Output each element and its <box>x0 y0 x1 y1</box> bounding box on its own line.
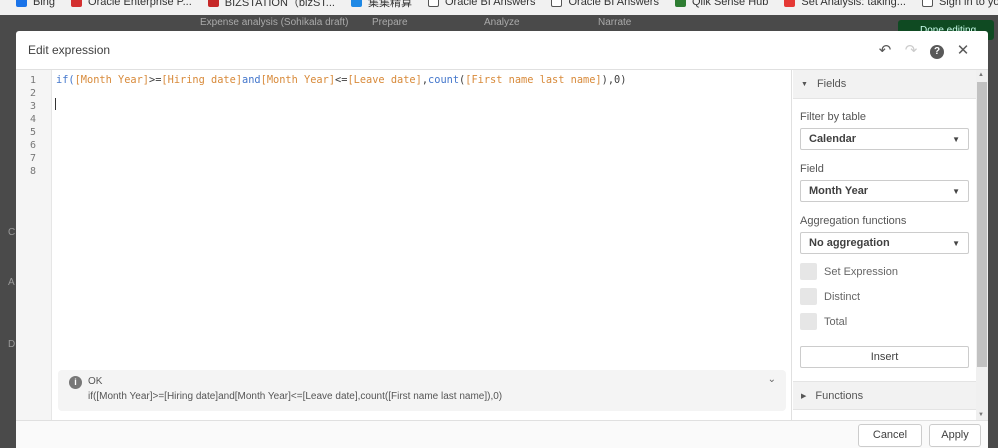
distinct-checkbox[interactable]: Distinct <box>800 288 969 305</box>
bookmark-item[interactable]: Sign in to your Qlik... <box>921 0 998 9</box>
line-number: 7 <box>30 153 37 164</box>
undo-icon[interactable]: ↶ <box>872 41 898 59</box>
bookmark-item[interactable]: 集集精算 <box>350 0 412 9</box>
bookmark-label: Oracle Enterprise P... <box>88 0 192 8</box>
bookmark-label: Bing <box>33 0 56 8</box>
aggregation-label: Aggregation functions <box>800 215 907 227</box>
caret-down-icon: ▼ <box>801 80 808 88</box>
close-icon[interactable]: ✕ <box>950 41 976 59</box>
field-label: Field <box>800 163 824 175</box>
line-number: 2 <box>30 88 37 99</box>
aggregation-select[interactable]: No aggregation ▼ <box>800 232 969 254</box>
bookmark-label: Oracle BI Answers <box>568 0 659 8</box>
tab-analyze[interactable]: Analyze <box>484 17 520 28</box>
functions-section-header[interactable]: ▶ Functions <box>793 381 976 410</box>
bookmark-item[interactable]: Bing <box>16 0 55 9</box>
bookmark-item[interactable]: Oracle Enterprise P... <box>71 0 192 9</box>
insert-button[interactable]: Insert <box>800 346 969 368</box>
info-icon: i <box>69 376 82 389</box>
total-checkbox[interactable]: Total <box>800 313 969 330</box>
bookmark-label: BIZSTATION（bizST... <box>224 0 335 9</box>
edit-expression-dialog: Edit expression ↶ ↷ ? ✕ 1 2 3 4 5 6 7 8 if([Mon… <box>16 31 988 448</box>
bookmark-label: Set Analysis: taking... <box>801 0 906 8</box>
tab-prepare[interactable]: Prepare <box>372 17 408 28</box>
dialog-header: Edit expression ↶ ↷ ? ✕ <box>16 31 988 70</box>
bookmark-favicon-icon <box>674 0 686 7</box>
scroll-up-icon[interactable]: ▲ <box>978 72 984 78</box>
bookmark-favicon-icon <box>207 0 219 7</box>
bookmark-item[interactable]: Set Analysis: taking... <box>784 0 906 9</box>
text-caret <box>55 98 56 110</box>
dropdown-arrow-icon: ▼ <box>952 186 960 196</box>
app-title: Expense analysis (Sohikala draft) <box>200 17 349 28</box>
line-number: 6 <box>30 140 37 151</box>
scrollbar-thumb[interactable] <box>977 82 987 367</box>
bookmark-label: Qlik Sense Hub <box>691 0 769 8</box>
dialog-title: Edit expression <box>28 43 111 57</box>
bookmark-item[interactable]: Oracle BI Answers <box>427 0 536 9</box>
line-number: 3 <box>30 101 37 112</box>
set-expression-checkbox[interactable]: Set Expression <box>800 263 969 280</box>
apply-button[interactable]: Apply <box>929 424 981 447</box>
bookmark-label: 集集精算 <box>367 0 412 9</box>
bookmark-favicon-icon <box>551 0 563 7</box>
line-number: 8 <box>30 166 37 177</box>
side-label: C <box>8 227 16 238</box>
redo-icon[interactable]: ↷ <box>898 41 924 59</box>
help-icon[interactable]: ? <box>924 41 950 59</box>
line-number: 5 <box>30 127 37 138</box>
expression-editor[interactable]: 1 2 3 4 5 6 7 8 if([Month Year]>=[Hiring date]a… <box>16 70 792 420</box>
field-select[interactable]: Month Year ▼ <box>800 180 969 202</box>
bookmark-favicon-icon <box>427 0 439 7</box>
expression-code[interactable]: if([Month Year]>=[Hiring date]and[Month … <box>56 74 626 87</box>
status-ok: OK <box>88 376 103 387</box>
caret-right-icon: ▶ <box>801 392 807 400</box>
fields-panel: ▼ Fields Filter by table Calendar ▼ Field … <box>793 70 976 420</box>
filter-by-table-select[interactable]: Calendar ▼ <box>800 128 969 150</box>
chevron-down-icon[interactable]: ⌄ <box>768 374 776 385</box>
tab-narrate[interactable]: Narrate <box>598 17 631 28</box>
dropdown-arrow-icon: ▼ <box>952 238 960 248</box>
panel-scrollbar[interactable]: ▲ ▼ <box>976 70 988 420</box>
line-number: 4 <box>30 114 37 125</box>
fields-section-header[interactable]: ▼ Fields <box>793 70 976 99</box>
bookmark-item[interactable]: Qlik Sense Hub <box>674 0 769 9</box>
bookmark-item[interactable]: Oracle BI Answers <box>551 0 659 9</box>
side-label: A <box>8 277 15 288</box>
line-number: 1 <box>30 75 37 86</box>
dropdown-arrow-icon: ▼ <box>952 134 960 144</box>
bookmark-favicon-icon <box>921 0 933 7</box>
line-numbers: 1 2 3 4 5 6 7 8 <box>16 70 52 420</box>
bookmark-favicon-icon <box>350 0 362 7</box>
bookmark-favicon-icon <box>71 0 83 7</box>
bookmark-item[interactable]: BIZSTATION（bizST... <box>207 0 335 9</box>
status-expression: if([Month Year]>=[Hiring date]and[Month … <box>88 391 503 402</box>
bookmark-favicon-icon <box>784 0 796 7</box>
cancel-button[interactable]: Cancel <box>858 424 922 447</box>
side-label: D <box>8 339 16 350</box>
scroll-down-icon[interactable]: ▼ <box>978 412 984 418</box>
bookmark-favicon-icon <box>16 0 27 7</box>
bookmark-label: Oracle BI Answers <box>444 0 536 8</box>
expression-status: i ⌄ OK if([Month Year]>=[Hiring date]and… <box>58 370 786 411</box>
bookmark-label: Sign in to your Qlik... <box>938 0 998 8</box>
dialog-footer: Cancel Apply <box>16 420 988 448</box>
filter-by-table-label: Filter by table <box>800 111 867 123</box>
bookmarks-bar: Bing Oracle Enterprise P... BIZSTATION（biz… <box>0 0 998 15</box>
